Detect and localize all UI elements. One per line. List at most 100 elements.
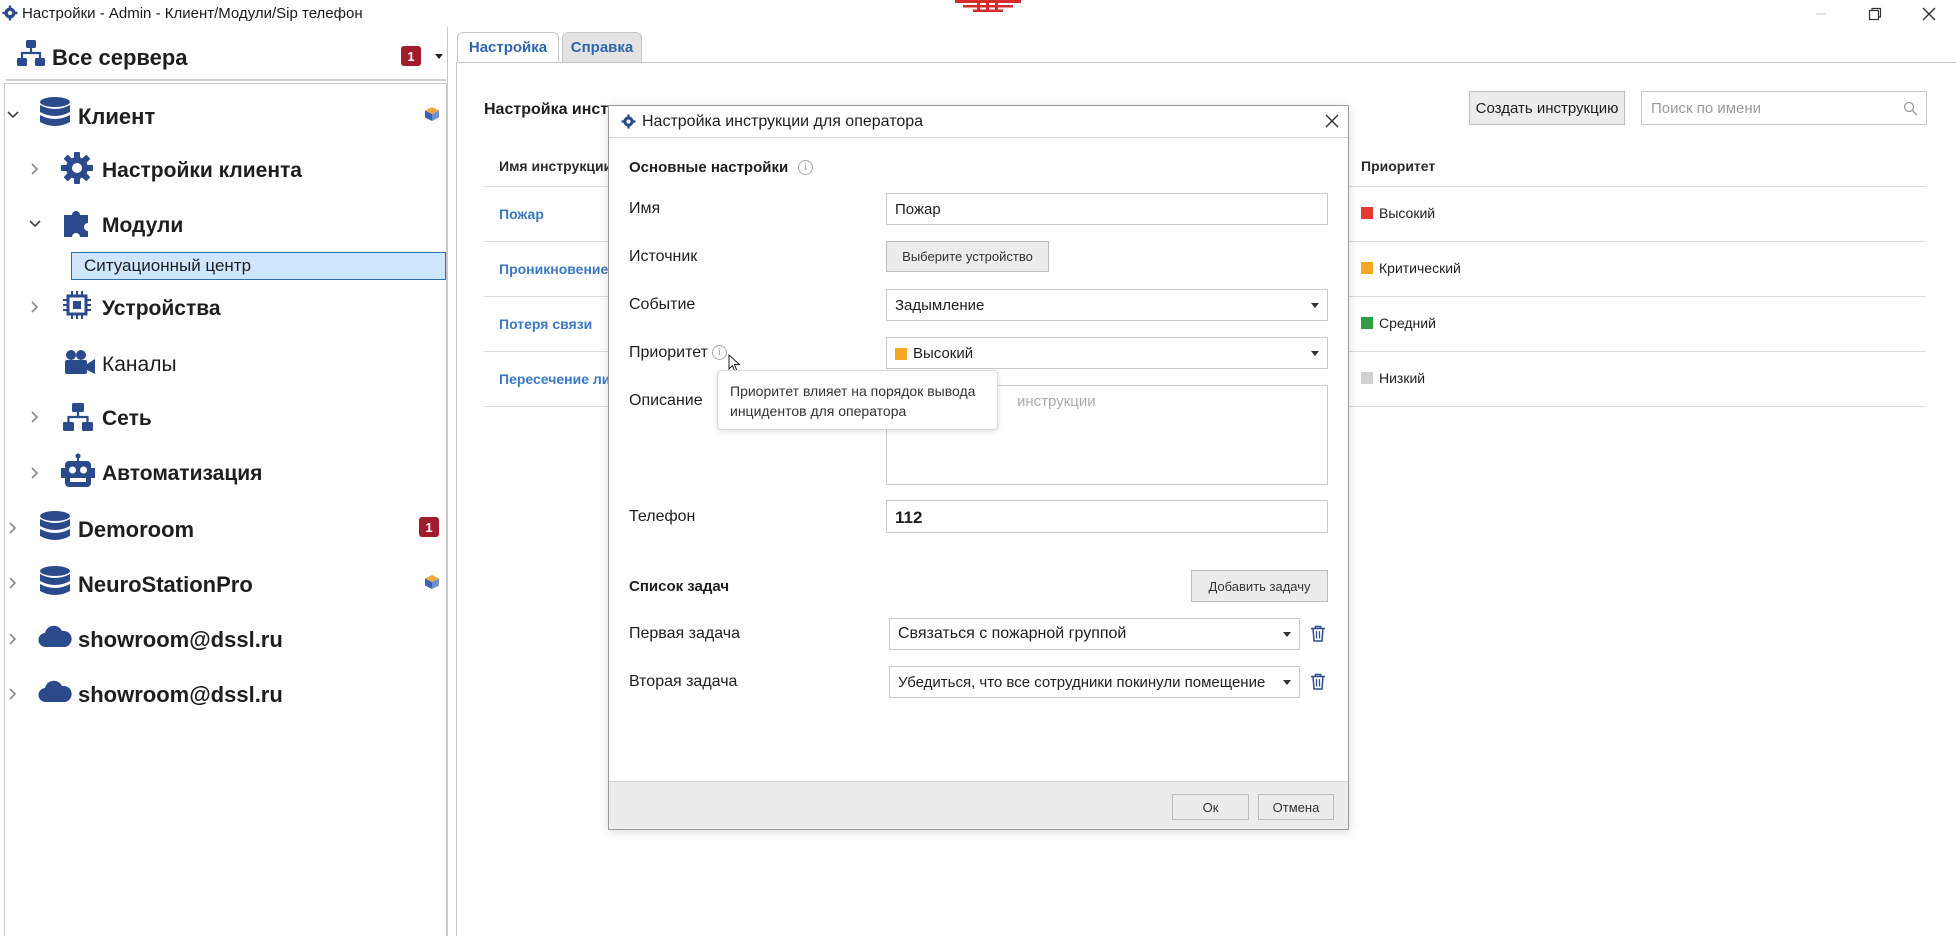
minimize-button[interactable] [1798,0,1844,27]
cancel-button[interactable]: Отмена [1258,794,1334,820]
task-label: Первая задача [629,625,740,642]
table-row-name[interactable]: Проникновение [499,261,608,277]
chevron-right-icon[interactable] [6,521,20,535]
priority-color-swatch [1361,207,1373,219]
tree-item-client[interactable]: Клиент [78,104,155,130]
cloud-icon [38,680,72,703]
select-device-button[interactable]: Выберите устройство [886,241,1049,272]
priority-color-swatch [895,348,907,360]
event-select[interactable]: Задымление [886,289,1328,321]
close-icon[interactable] [1325,114,1339,128]
tree-item-channels[interactable]: Каналы [102,353,177,377]
info-icon[interactable]: i [712,345,727,360]
all-servers-header[interactable]: Все сервера 1 [6,28,446,81]
task-label: Вторая задача [629,673,738,690]
tab-settings[interactable]: Настройка [457,32,559,62]
title-bar: Настройки - Admin - Клиент/Модули/Sip те… [0,0,1956,27]
chevron-down-icon [1311,303,1319,308]
close-icon [1922,7,1936,20]
settings-gear-icon [621,114,636,129]
restore-button[interactable] [1852,0,1898,27]
chevron-down-icon[interactable] [28,217,42,231]
table-row-name[interactable]: Потеря связи [499,316,592,332]
chevron-down-icon[interactable] [6,108,20,122]
name-label: Имя [629,200,661,217]
trash-icon[interactable] [1310,625,1326,642]
column-header-priority[interactable]: Приоритет [1361,158,1435,174]
chip-icon [63,291,91,319]
chevron-right-icon[interactable] [28,300,42,314]
chevron-right-icon[interactable] [28,466,42,480]
tree-item-showroom[interactable]: showroom@dssl.ru [78,682,283,708]
database-icon [40,511,70,540]
settings-gear-icon [2,5,18,21]
chevron-right-icon[interactable] [6,632,20,646]
tree-item-showroom[interactable]: showroom@dssl.ru [78,627,283,653]
phone-field[interactable]: 112 [886,500,1328,533]
tree-item-network[interactable]: Сеть [102,407,152,431]
search-input[interactable]: Поиск по имени [1641,91,1927,125]
section-title-main: Основные настройки [629,159,789,176]
priority-cell: Высокий [1361,205,1435,221]
panel-title: Настройка инстр [484,101,618,118]
window-title: Настройки - Admin - Клиент/Модули/Sip те… [22,5,363,22]
task-select[interactable]: Связаться с пожарной группой [889,618,1300,650]
chevron-right-icon[interactable] [6,576,20,590]
tree-item-client-settings[interactable]: Настройки клиента [102,159,302,183]
video-camera-icon [65,350,95,374]
chevron-down-icon [1311,351,1319,356]
alert-badge: 1 [419,517,439,537]
tree-item-label: Ситуационный центр [84,256,252,275]
priority-cell: Критический [1361,260,1461,276]
priority-cell: Средний [1361,315,1436,331]
table-row-name[interactable]: Пересечение ли [499,371,610,387]
priority-color-swatch [1361,372,1373,384]
chevron-right-icon[interactable] [6,687,20,701]
event-label: Событие [629,296,696,313]
dialog-title: Настройка инструкции для оператора [642,113,924,130]
network-icon [63,403,93,431]
priority-tooltip: Приоритет влияет на порядок вывода инцид… [717,370,998,430]
database-icon [40,97,70,126]
add-task-button[interactable]: Добавить задачу [1191,570,1328,602]
tree-item-devices[interactable]: Устройства [102,297,221,321]
priority-label: Приоритет [629,344,708,361]
tab-help[interactable]: Справка [562,32,642,62]
restore-icon [1868,7,1882,20]
chevron-down-icon[interactable] [434,52,444,60]
network-servers-icon [17,40,45,66]
priority-color-swatch [1361,262,1373,274]
column-header-name[interactable]: Имя инструкции [499,158,612,174]
phone-label: Телефон [629,508,696,525]
section-title-tasks: Список задач [629,578,730,595]
tree-item-modules[interactable]: Модули [102,214,183,238]
priority-select[interactable]: Высокий [886,337,1328,369]
trash-icon[interactable] [1310,673,1326,690]
table-row-name[interactable]: Пожар [499,206,544,222]
task-select[interactable]: Убедиться, что все сотрудники покинули п… [889,666,1300,698]
tree-item-situation-center[interactable]: Ситуационный центр [71,252,446,280]
gear-icon [61,152,93,184]
tree-item-neurostationpro[interactable]: NeuroStationPro [78,572,253,598]
alert-badge: 1 [401,46,421,66]
create-instruction-button[interactable]: Создать инструкцию [1469,91,1625,125]
database-icon [40,566,70,595]
robot-icon [61,453,95,487]
search-icon [1903,101,1918,116]
chevron-right-icon[interactable] [28,162,42,176]
tree-item-automation[interactable]: Автоматизация [102,462,262,486]
chevron-right-icon[interactable] [28,410,42,424]
priority-cell: Низкий [1361,370,1425,386]
chevron-down-icon [1283,680,1291,685]
info-icon[interactable]: i [798,160,813,175]
close-window-button[interactable] [1906,0,1952,27]
chevron-down-icon [1283,632,1291,637]
tree-item-demoroom[interactable]: Demoroom [78,517,194,543]
description-label: Описание [629,392,703,409]
brand-logo-icon [955,0,1021,12]
puzzle-icon [64,211,88,237]
module-cube-icon [425,107,439,121]
name-field[interactable]: Пожар [886,193,1328,225]
source-label: Источник [629,248,698,265]
ok-button[interactable]: Ок [1172,794,1249,820]
